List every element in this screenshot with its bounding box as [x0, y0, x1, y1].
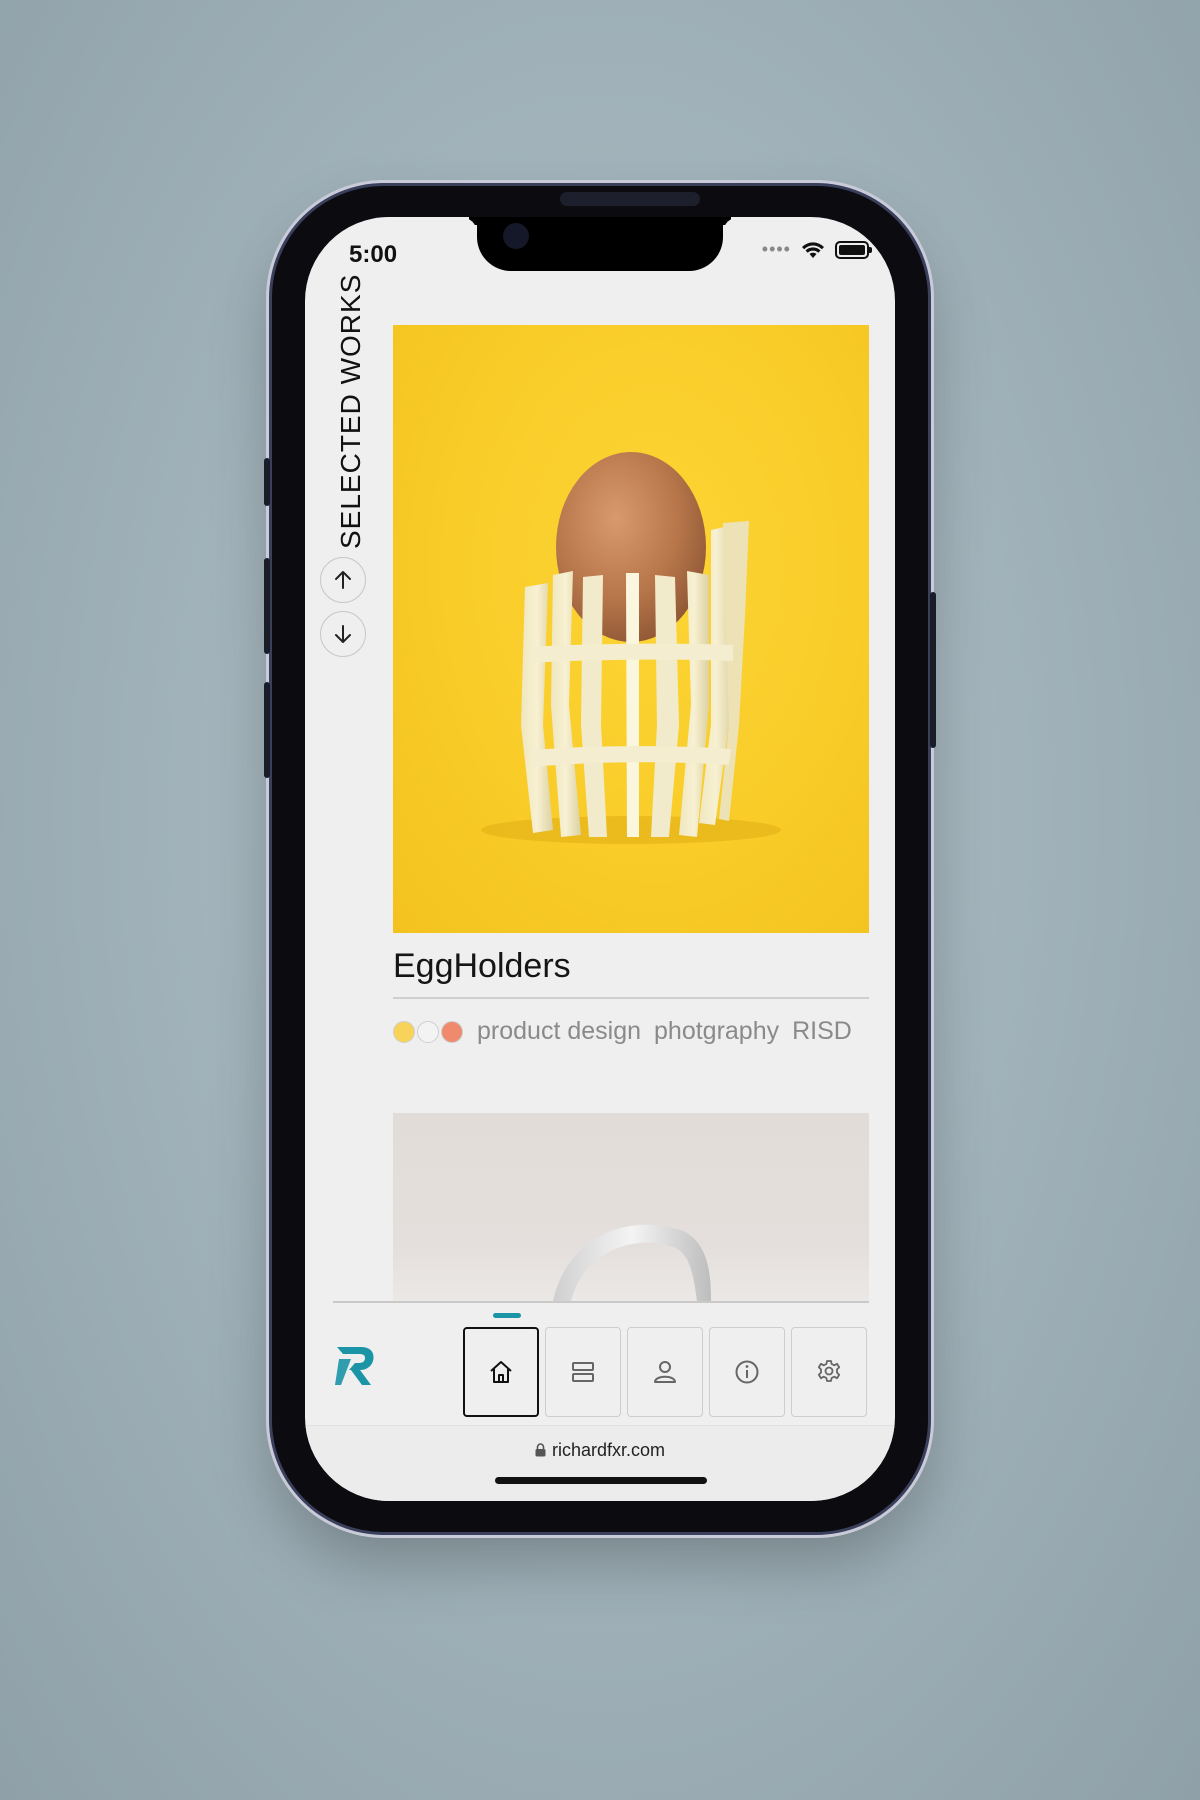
user-icon: [654, 1361, 676, 1383]
status-icons: ••••: [761, 239, 872, 260]
arrow-up-icon: [335, 571, 351, 589]
tag-product-design: product design: [477, 1017, 642, 1045]
tag-photography: photgraphy: [654, 1017, 780, 1045]
wifi-icon: [802, 241, 824, 258]
egg-holder-illustration: [481, 452, 781, 844]
url-text: richardfxr.com: [551, 1440, 666, 1460]
tab-profile[interactable]: [627, 1327, 703, 1417]
lock-icon: [535, 1443, 546, 1457]
gear-icon: [817, 1360, 841, 1382]
next-project-image[interactable]: [393, 1113, 869, 1301]
color-swatch-coral: [441, 1020, 463, 1043]
r-logo-icon: [335, 1347, 374, 1385]
tab-list[interactable]: [545, 1327, 621, 1417]
phone-frame: 5:00 •••• SELECTED WORKS EggHolders prod…: [264, 186, 936, 1532]
volume-down-button: [264, 682, 270, 778]
color-swatch-white: [417, 1020, 439, 1043]
notch: [477, 217, 723, 271]
mute-switch: [264, 458, 270, 506]
tag-risd: RISD: [792, 1017, 852, 1045]
divider: [393, 997, 869, 999]
info-icon: [735, 1360, 759, 1384]
bottom-nav: [305, 1303, 895, 1419]
url-display[interactable]: richardfxr.com: [305, 1440, 895, 1461]
project-tags: product design photgraphy RISD: [393, 1017, 852, 1046]
ring-object-illustration: [553, 1224, 711, 1301]
project-title[interactable]: EggHolders: [393, 947, 571, 986]
status-time: 5:00: [349, 241, 398, 268]
phone-screen: 5:00 •••• SELECTED WORKS EggHolders prod…: [305, 217, 895, 1501]
front-camera: [503, 223, 529, 249]
project-image[interactable]: [393, 325, 869, 933]
scroll-up-button[interactable]: [320, 557, 366, 603]
scroll-down-button[interactable]: [320, 611, 366, 657]
logo[interactable]: [335, 1345, 375, 1392]
tab-info[interactable]: [709, 1327, 785, 1417]
color-swatch-yellow: [393, 1020, 415, 1043]
browser-address-bar[interactable]: richardfxr.com: [305, 1425, 895, 1501]
battery-icon: [835, 240, 872, 259]
arrow-down-icon: [335, 625, 351, 643]
section-title: SELECTED WORKS: [335, 273, 366, 549]
tab-home[interactable]: [463, 1327, 539, 1417]
volume-up-button: [264, 558, 270, 654]
home-indicator[interactable]: [495, 1477, 707, 1484]
home-icon: [490, 1361, 512, 1383]
earpiece-speaker: [560, 192, 700, 206]
active-tab-indicator: [493, 1313, 521, 1318]
section-title-container: SELECTED WORKS: [323, 274, 379, 549]
cellular-dots-icon: ••••: [761, 239, 791, 259]
power-button: [930, 592, 936, 748]
list-icon: [572, 1362, 594, 1382]
tab-settings[interactable]: [791, 1327, 867, 1417]
